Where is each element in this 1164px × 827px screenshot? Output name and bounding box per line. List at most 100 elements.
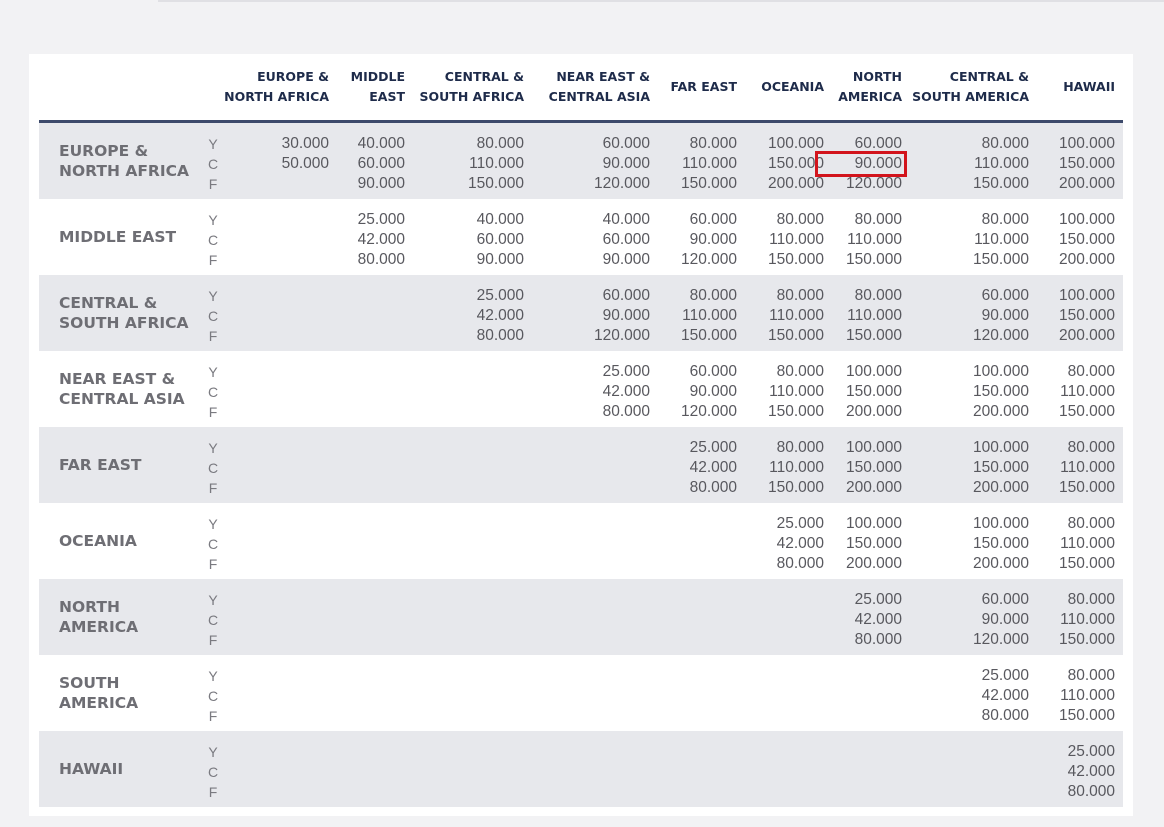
cabin-class-c: C xyxy=(207,156,219,172)
column-header-north-america: NORTH AMERICA xyxy=(838,69,902,104)
miles-value-y: 80.000 xyxy=(1067,591,1115,608)
table-row: SOUTH AMERICA Y C F 25.000 42.000 80.000 80.000… xyxy=(39,655,1123,731)
cabin-class-y: Y xyxy=(208,288,218,304)
miles-value-c: 60.000 xyxy=(476,231,524,248)
miles-value-y: 80.000 xyxy=(776,211,824,228)
cabin-class-y: Y xyxy=(208,364,218,380)
miles-value-y: 25.000 xyxy=(689,439,737,456)
cabin-class-c: C xyxy=(207,688,219,704)
miles-value-f: 150.000 xyxy=(767,403,824,420)
miles-value-f: 150.000 xyxy=(1058,403,1115,420)
miles-value-f: 120.000 xyxy=(593,327,650,344)
miles-value-f: 150.000 xyxy=(767,251,824,268)
column-header-middle-east: MIDDLE EAST xyxy=(350,69,405,104)
cabin-class-c: C xyxy=(207,460,219,476)
miles-cell: 25.000 42.000 80.000 xyxy=(812,590,902,650)
miles-value-y: 60.000 xyxy=(689,363,737,380)
miles-value-c: 42.000 xyxy=(981,687,1029,704)
miles-value-y: 80.000 xyxy=(1067,515,1115,532)
miles-value-f: 80.000 xyxy=(689,479,737,496)
miles-cell: 100.000 150.000 200.000 xyxy=(1025,286,1115,346)
miles-cell: 25.000 42.000 80.000 xyxy=(1025,742,1115,802)
table-row: FAR EAST Y C F 25.000 42.000 80.000 80.000 110.0… xyxy=(39,427,1123,503)
miles-value-f: 200.000 xyxy=(767,175,824,192)
column-header-central-and-south-africa: CENTRAL & SOUTH AFRICA xyxy=(419,69,524,104)
miles-value-y: 25.000 xyxy=(1067,743,1115,760)
cabin-class-labels: YCF xyxy=(205,590,221,650)
miles-value-y: 60.000 xyxy=(602,287,650,304)
miles-value-y: 25.000 xyxy=(981,667,1029,684)
miles-value-y: 60.000 xyxy=(854,135,902,152)
miles-value-f: 200.000 xyxy=(845,403,902,420)
miles-cell: 100.000 150.000 200.000 xyxy=(1025,134,1115,194)
miles-value-c: 110.000 xyxy=(769,231,824,248)
cabin-class-y: Y xyxy=(208,592,218,608)
row-label-central-and-south-africa: CENTRAL & SOUTH AFRICA xyxy=(59,294,189,332)
miles-value-f: 150.000 xyxy=(680,175,737,192)
miles-value-y: 100.000 xyxy=(972,439,1029,456)
miles-value-f: 200.000 xyxy=(1058,175,1115,192)
miles-value-c: 150.000 xyxy=(845,383,902,400)
cabin-class-labels: YCF xyxy=(205,514,221,574)
miles-value-c: 110.000 xyxy=(1060,687,1115,704)
miles-value-y: 100.000 xyxy=(845,363,902,380)
miles-value-y: 80.000 xyxy=(1067,439,1115,456)
miles-value-f: 120.000 xyxy=(972,327,1029,344)
cabin-class-f: F xyxy=(208,252,218,268)
column-header-hawaii: HAWAII xyxy=(1063,79,1115,94)
cabin-class-f: F xyxy=(208,404,218,420)
miles-value-y: 80.000 xyxy=(776,439,824,456)
miles-value-y: 100.000 xyxy=(972,515,1029,532)
miles-value-f: 80.000 xyxy=(602,403,650,420)
miles-value-c: 110.000 xyxy=(1060,611,1115,628)
cabin-class-f: F xyxy=(208,328,218,344)
miles-value-c: 110.000 xyxy=(1060,535,1115,552)
miles-value-c: 60.000 xyxy=(602,231,650,248)
miles-value-y: 80.000 xyxy=(689,287,737,304)
miles-cell: 25.000 42.000 80.000 xyxy=(560,362,650,422)
miles-value-y: 100.000 xyxy=(1058,211,1115,228)
table-row: NEAR EAST & CENTRAL ASIA Y C F 25.000 42.000 8… xyxy=(39,351,1123,427)
miles-cell: 80.000 110.000 150.000 xyxy=(734,438,824,498)
miles-value-y: 80.000 xyxy=(776,363,824,380)
row-label-far-east: FAR EAST xyxy=(59,456,142,474)
miles-value-f: 200.000 xyxy=(972,555,1029,572)
miles-cell: 80.000 110.000 150.000 xyxy=(1025,666,1115,726)
miles-value-c: 150.000 xyxy=(972,383,1029,400)
miles-value-c: 150.000 xyxy=(972,459,1029,476)
miles-cell: 25.000 42.000 80.000 xyxy=(647,438,737,498)
miles-value-f: 200.000 xyxy=(1058,251,1115,268)
miles-cell: 25.000 42.000 80.000 xyxy=(939,666,1029,726)
miles-value-f: 200.000 xyxy=(972,479,1029,496)
miles-value-f: 120.000 xyxy=(680,403,737,420)
miles-value-c: 110.000 xyxy=(769,383,824,400)
cabin-class-y: Y xyxy=(208,668,218,684)
miles-value-y: 25.000 xyxy=(602,363,650,380)
miles-value-y: 80.000 xyxy=(981,135,1029,152)
miles-cell: 80.000 110.000 150.000 xyxy=(647,134,737,194)
miles-value-f: 80.000 xyxy=(476,327,524,344)
miles-cell: 80.000 110.000 150.000 xyxy=(1025,590,1115,650)
miles-value-f: 150.000 xyxy=(1058,631,1115,648)
miles-value-y: 80.000 xyxy=(776,287,824,304)
miles-value-c: 150.000 xyxy=(845,459,902,476)
miles-value-c: 42.000 xyxy=(854,611,902,628)
cabin-class-c: C xyxy=(207,384,219,400)
table-row: NORTH AMERICA Y C F 25.000 42.000 80.000 60.000… xyxy=(39,579,1123,655)
miles-value-f: 80.000 xyxy=(776,555,824,572)
cabin-class-labels: YCF xyxy=(205,742,221,802)
miles-cell: 80.000 110.000 150.000 xyxy=(939,210,1029,270)
cabin-class-c: C xyxy=(207,536,219,552)
miles-value-c: 90.000 xyxy=(602,307,650,324)
table-body: EUROPE & NORTH AFRICA Y C F 30.000 50.000 40.0… xyxy=(39,123,1123,807)
miles-value-f: 80.000 xyxy=(981,707,1029,724)
miles-value-c: 110.000 xyxy=(682,155,737,172)
row-label-oceania: OCEANIA xyxy=(59,532,137,550)
cabin-class-f: F xyxy=(208,480,218,496)
miles-value-y: 60.000 xyxy=(602,135,650,152)
miles-value-c: 110.000 xyxy=(974,155,1029,172)
miles-value-y: 80.000 xyxy=(1067,363,1115,380)
miles-cell: 60.000 90.000 120.000 xyxy=(939,286,1029,346)
miles-value-y: 80.000 xyxy=(1067,667,1115,684)
miles-cell: 80.000 110.000 150.000 xyxy=(812,210,902,270)
